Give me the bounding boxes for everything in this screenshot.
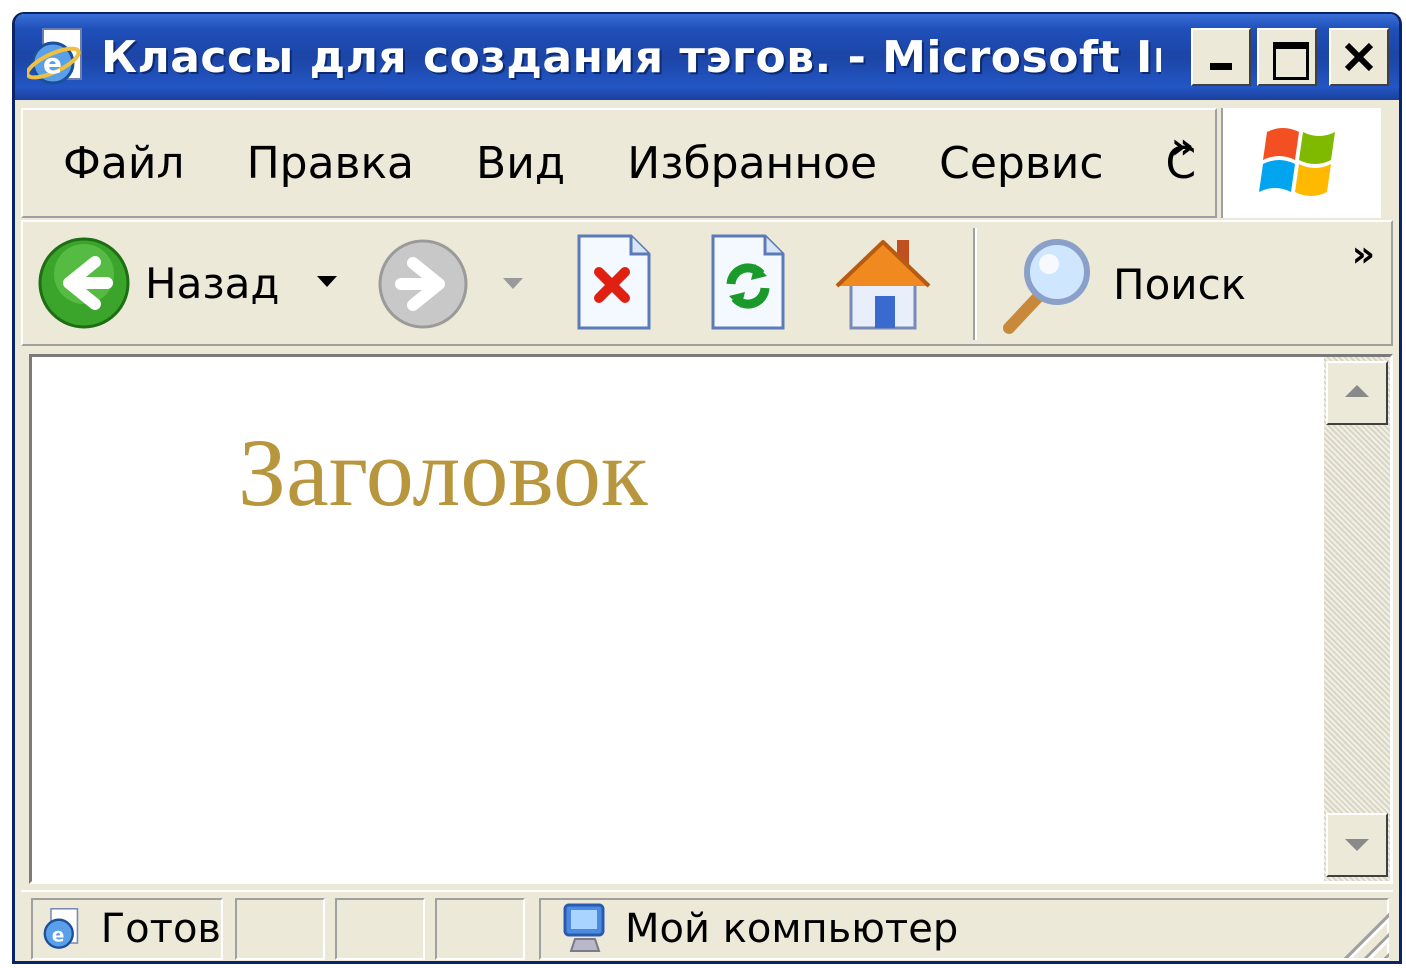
title-bar[interactable]: e Классы для создания тэгов. - Microsoft… (15, 14, 1399, 100)
status-zone-cell: Мой компьютер (539, 898, 1389, 960)
back-label: Назад (145, 258, 280, 308)
forward-arrow-icon (378, 239, 468, 329)
windows-flag-icon (1259, 128, 1335, 196)
status-panel-2 (335, 898, 425, 960)
close-icon (1344, 42, 1374, 72)
minimize-button[interactable] (1191, 28, 1251, 86)
toolbar-separator (973, 228, 977, 340)
forward-button[interactable] (377, 238, 469, 330)
vertical-scrollbar[interactable] (1324, 357, 1390, 881)
search-label: Поиск (1113, 259, 1247, 309)
page-body: Заголовок (32, 357, 1322, 881)
svg-text:e: e (43, 47, 62, 80)
menu-overflow-chevron[interactable]: » (1171, 126, 1194, 167)
status-panel-1 (235, 898, 325, 960)
menu-file[interactable]: Файл (63, 138, 185, 189)
security-zone-label: Мой компьютер (625, 906, 959, 952)
scroll-up-button[interactable] (1326, 361, 1388, 425)
search-button[interactable]: Поиск (995, 234, 1246, 334)
windows-logo-box (1221, 108, 1381, 218)
chevron-up-icon (1345, 385, 1369, 397)
back-button[interactable]: Назад (37, 236, 279, 330)
toolbar-overflow-chevron[interactable]: » (1352, 234, 1375, 275)
back-arrow-icon (38, 237, 130, 329)
status-bar: e Готов Мой компьютер (21, 890, 1393, 961)
standard-toolbar: Назад Поиск » (21, 220, 1393, 346)
svg-text:e: e (52, 925, 65, 946)
back-dropdown[interactable] (317, 276, 337, 287)
window-title: Классы для создания тэгов. - Microsoft I… (101, 31, 1161, 83)
menu-tools[interactable]: Сервис (939, 138, 1103, 189)
scroll-down-button[interactable] (1326, 813, 1388, 877)
page-heading: Заголовок (238, 419, 648, 526)
status-panel-3 (435, 898, 525, 960)
menu-edit[interactable]: Правка (247, 138, 414, 189)
refresh-button[interactable] (707, 232, 789, 332)
stop-icon (577, 234, 651, 330)
menu-bar: Файл Правка Вид Избранное Сервис С » (21, 108, 1217, 218)
search-icon (1003, 239, 1090, 334)
page-viewport[interactable]: Заголовок (29, 354, 1393, 884)
window-controls (1191, 28, 1389, 86)
forward-dropdown (503, 278, 523, 289)
menu-view[interactable]: Вид (476, 138, 565, 189)
ie-page-icon: e (25, 25, 91, 89)
home-icon (835, 240, 931, 330)
status-state-cell: e Готов (31, 898, 223, 960)
browser-window: e Классы для создания тэгов. - Microsoft… (12, 12, 1402, 964)
close-button[interactable] (1329, 28, 1389, 86)
maximize-button[interactable] (1257, 28, 1317, 86)
chevron-down-icon (1345, 839, 1369, 851)
my-computer-icon (563, 903, 605, 952)
menu-favorites[interactable]: Избранное (627, 138, 877, 189)
chevron-down-icon (503, 278, 523, 289)
refresh-icon (711, 234, 785, 330)
stop-button[interactable] (573, 232, 655, 332)
ie-page-icon: e (43, 907, 79, 949)
home-button[interactable] (831, 228, 935, 336)
chevron-down-icon (317, 276, 337, 287)
status-text: Готов (100, 906, 221, 952)
